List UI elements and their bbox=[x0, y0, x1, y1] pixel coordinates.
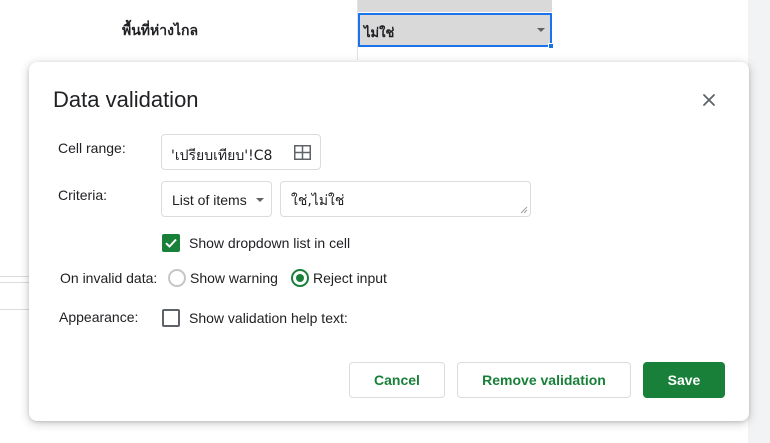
help-text-label: Show validation help text: bbox=[189, 310, 348, 326]
list-items-value: ใช่,ไม่ใช่ bbox=[291, 193, 345, 209]
show-warning-radio[interactable] bbox=[168, 269, 186, 287]
selected-cell-value: ไม่ใช่ bbox=[364, 26, 395, 41]
close-button[interactable] bbox=[699, 90, 719, 110]
resize-grip-icon[interactable] bbox=[520, 206, 528, 214]
show-dropdown-label: Show dropdown list in cell bbox=[189, 235, 351, 251]
criteria-type-value: List of items bbox=[172, 192, 247, 208]
sheet-divider bbox=[0, 276, 30, 277]
help-text-checkbox[interactable] bbox=[162, 309, 180, 327]
sheet-cell-above[interactable] bbox=[358, 0, 552, 12]
grid-select-icon[interactable] bbox=[294, 145, 311, 160]
selected-cell[interactable]: ไม่ใช่ bbox=[358, 13, 554, 49]
show-warning-label: Show warning bbox=[190, 270, 278, 286]
dialog-title: Data validation bbox=[53, 87, 199, 112]
criteria-type-select[interactable]: List of items bbox=[161, 181, 272, 217]
fill-handle[interactable] bbox=[548, 43, 554, 49]
reject-input-label: Reject input bbox=[313, 270, 387, 286]
remove-validation-button[interactable]: Remove validation bbox=[457, 362, 631, 398]
cell-range-value: 'เปรียบเทียบ'!C8 bbox=[171, 148, 273, 164]
list-items-input[interactable]: ใช่,ไม่ใช่ bbox=[280, 181, 531, 217]
cell-range-input[interactable]: 'เปรียบเทียบ'!C8 bbox=[161, 134, 321, 170]
checkmark-icon bbox=[165, 238, 177, 248]
invalid-data-label: On invalid data: bbox=[60, 270, 158, 286]
close-icon[interactable] bbox=[699, 90, 719, 110]
show-dropdown-checkbox[interactable] bbox=[162, 234, 180, 252]
data-validation-dialog: Data validation Cell range: 'เปรียบเทียบ… bbox=[29, 62, 749, 421]
radio-dot bbox=[296, 274, 304, 282]
sheet-row-label: พื้นที่ห่างไกล bbox=[122, 23, 199, 39]
save-button[interactable]: Save bbox=[643, 362, 725, 398]
chevron-down-icon bbox=[256, 198, 264, 202]
appearance-label: Appearance: bbox=[59, 309, 139, 325]
cell-dropdown-chevron-icon[interactable] bbox=[537, 28, 545, 32]
sheet-left-strip bbox=[0, 282, 30, 310]
cell-range-label: Cell range: bbox=[58, 140, 126, 156]
sheet-right-margin bbox=[748, 0, 770, 443]
reject-input-radio[interactable] bbox=[291, 269, 309, 287]
criteria-label: Criteria: bbox=[58, 187, 108, 203]
cancel-button[interactable]: Cancel bbox=[349, 362, 445, 398]
